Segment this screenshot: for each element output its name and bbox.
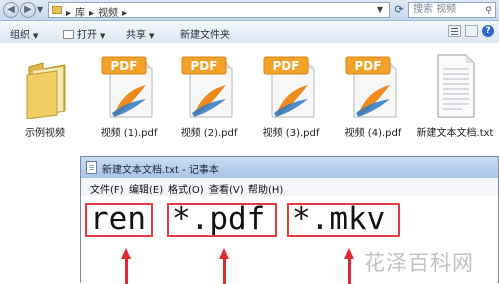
organize-button[interactable]: 组织 ▼ bbox=[10, 26, 38, 41]
folder-icon bbox=[26, 62, 66, 119]
document-icon bbox=[63, 30, 74, 39]
file-item-pdf[interactable]: PDF 视频 (1).pdf bbox=[88, 51, 170, 139]
address-bar: ◀ ▶ ▼ ▸ 库 ▸ 视频 ▸ ▼ ⟳ 搜索 视频 ⚲ bbox=[0, 0, 499, 21]
pdf-badge: PDF bbox=[191, 59, 218, 73]
file-name: 示例视频 bbox=[25, 128, 65, 139]
chevron-down-icon: ▼ bbox=[100, 32, 106, 40]
file-name: 视频 (2).pdf bbox=[180, 128, 238, 139]
file-item-folder[interactable]: 示例视频 bbox=[4, 51, 86, 139]
pdf-icon: PDF bbox=[101, 56, 153, 118]
notepad-title: 新建文本文档.txt - 记事本 bbox=[102, 165, 219, 176]
view-options-icon[interactable] bbox=[448, 25, 461, 37]
pdf-icon: PDF bbox=[181, 56, 233, 118]
file-item-pdf[interactable]: PDF 视频 (2).pdf bbox=[168, 51, 250, 139]
breadcrumb-separator: ▸ bbox=[66, 8, 72, 19]
preview-pane-icon[interactable] bbox=[465, 25, 478, 37]
file-item-pdf[interactable]: PDF 视频 (3).pdf bbox=[250, 51, 332, 139]
up-arrow-icon bbox=[219, 248, 229, 284]
share-button[interactable]: 共享 ▼ bbox=[126, 26, 154, 41]
file-name: 新建文本文档.txt bbox=[416, 128, 494, 139]
menu-help[interactable]: 帮助(H) bbox=[248, 181, 283, 196]
open-label: 打开 bbox=[77, 30, 97, 41]
search-input[interactable]: 搜索 视频 ⚲ bbox=[408, 2, 496, 18]
search-placeholder: 搜索 视频 bbox=[413, 4, 457, 15]
file-name: 视频 (3).pdf bbox=[262, 128, 320, 139]
organize-label: 组织 bbox=[10, 30, 30, 41]
highlighted-token-ren: ren bbox=[85, 203, 153, 237]
pdf-badge: PDF bbox=[111, 59, 138, 73]
up-arrow-icon bbox=[344, 248, 354, 284]
menu-file[interactable]: 文件(F) bbox=[90, 181, 124, 196]
up-arrow-icon bbox=[121, 248, 131, 284]
share-label: 共享 bbox=[126, 30, 146, 41]
command-bar: 组织 ▼ 打开 ▼ 共享 ▼ 新建文件夹 ? bbox=[0, 21, 499, 44]
file-name: 视频 (1).pdf bbox=[100, 128, 158, 139]
pdf-icon: PDF bbox=[263, 56, 315, 118]
text-document-icon bbox=[437, 54, 475, 118]
help-icon[interactable]: ? bbox=[482, 25, 494, 37]
pdf-icon: PDF bbox=[345, 56, 397, 118]
menu-edit[interactable]: 编辑(E) bbox=[129, 181, 163, 196]
recent-pages-dropdown[interactable]: ▼ bbox=[37, 5, 43, 14]
highlighted-token-mkv: *.mkv bbox=[287, 203, 400, 237]
file-item-pdf[interactable]: PDF 视频 (4).pdf bbox=[332, 51, 414, 139]
file-item-txt[interactable]: 新建文本文档.txt bbox=[414, 51, 496, 139]
notepad-menu-bar: 文件(F) 编辑(E) 格式(O) 查看(V) 帮助(H) bbox=[81, 178, 498, 197]
forward-button[interactable]: ▶ bbox=[20, 2, 36, 18]
chevron-down-icon: ▼ bbox=[149, 32, 155, 40]
new-folder-label: 新建文件夹 bbox=[180, 30, 230, 41]
back-button[interactable]: ◀ bbox=[3, 2, 19, 18]
file-name: 视频 (4).pdf bbox=[344, 128, 402, 139]
breadcrumb-separator: ▸ bbox=[122, 8, 128, 19]
notepad-title-bar[interactable]: 新建文本文档.txt - 记事本 bbox=[81, 157, 498, 179]
breadcrumb: ▸ 库 ▸ 视频 ▸ bbox=[66, 4, 131, 19]
breadcrumb-item-videos[interactable]: 视频 bbox=[98, 8, 118, 19]
breadcrumb-item-library[interactable]: 库 bbox=[75, 8, 85, 19]
breadcrumb-separator: ▸ bbox=[89, 8, 95, 19]
pdf-badge: PDF bbox=[355, 59, 382, 73]
highlighted-token-pdf: *.pdf bbox=[167, 203, 277, 237]
refresh-icon[interactable]: ⟳ bbox=[392, 3, 406, 17]
folder-icon bbox=[52, 6, 62, 14]
new-folder-button[interactable]: 新建文件夹 bbox=[180, 26, 230, 41]
notepad-icon bbox=[86, 161, 97, 174]
watermark-text: 花泽百科网 bbox=[364, 251, 474, 275]
menu-view[interactable]: 查看(V) bbox=[209, 181, 244, 196]
pdf-badge: PDF bbox=[273, 59, 300, 73]
menu-format[interactable]: 格式(O) bbox=[168, 181, 204, 196]
chevron-down-icon[interactable]: ▼ bbox=[377, 5, 383, 14]
file-list: 示例视频 PDF 视频 (1).pdf PDF 视频 (2).pdf PDF 视… bbox=[0, 43, 499, 140]
open-button[interactable]: 打开 ▼ bbox=[63, 26, 105, 41]
search-icon: ⚲ bbox=[485, 6, 492, 16]
address-path-box[interactable]: ▸ 库 ▸ 视频 ▸ ▼ bbox=[48, 2, 390, 19]
chevron-down-icon: ▼ bbox=[33, 32, 39, 40]
